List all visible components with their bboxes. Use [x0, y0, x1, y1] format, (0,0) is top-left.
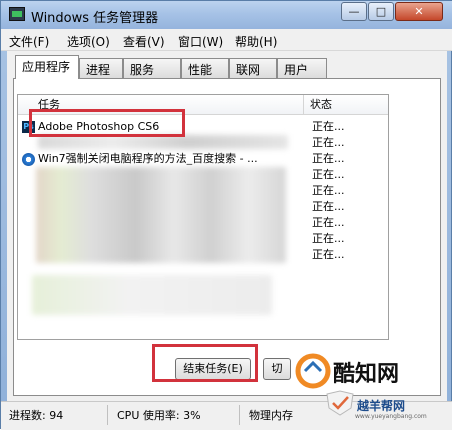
- watermark-site-url: www.yueyangbang.com: [355, 413, 427, 420]
- task-status: 正在...: [312, 200, 345, 213]
- obscured-entry: [36, 167, 286, 263]
- task-status: 正在...: [312, 184, 345, 197]
- task-status: 正在...: [312, 136, 345, 149]
- status-separator: [239, 405, 240, 425]
- highlight-box-task: [29, 109, 185, 137]
- watermark-brand: 酷知网: [333, 362, 400, 387]
- status-separator: [107, 405, 108, 425]
- task-status: 正在...: [312, 232, 345, 245]
- tab-performance[interactable]: 性能: [181, 58, 229, 78]
- watermark-logo-icon: [295, 353, 331, 389]
- menu-options[interactable]: 选项(O): [67, 33, 110, 50]
- task-status: 正在...: [312, 168, 345, 181]
- ie-icon: [22, 153, 35, 166]
- task-status: 正在...: [312, 120, 345, 133]
- task-manager-app-icon: [9, 7, 25, 21]
- menu-view[interactable]: 查看(V): [123, 33, 165, 50]
- tab-processes[interactable]: 进程: [79, 58, 123, 78]
- watermark-site-name: 越羊帮网: [357, 399, 406, 413]
- menu-help[interactable]: 帮助(H): [235, 33, 277, 50]
- task-name: Win7强制关闭电脑程序的方法_百度搜索 - ...: [38, 152, 258, 165]
- menu-window[interactable]: 窗口(W): [178, 33, 223, 50]
- task-status: 正在...: [312, 152, 345, 165]
- obscured-entry: [38, 135, 288, 149]
- obscured-entry: [32, 275, 272, 315]
- tab-users[interactable]: 用户: [277, 58, 327, 78]
- window-title: Windows 任务管理器: [31, 11, 159, 26]
- switch-to-button[interactable]: 切: [263, 358, 291, 380]
- cpu-usage: CPU 使用率: 3%: [117, 409, 201, 422]
- task-status: 正在...: [312, 248, 345, 261]
- tab-services[interactable]: 服务: [123, 58, 181, 78]
- minimize-button[interactable]: —: [341, 2, 367, 21]
- title-bar[interactable]: Windows 任务管理器 — □ ✕: [1, 1, 452, 29]
- close-button[interactable]: ✕: [395, 2, 443, 21]
- tab-networking[interactable]: 联网: [229, 58, 277, 78]
- tab-applications[interactable]: 应用程序: [15, 55, 79, 79]
- column-header-status[interactable]: 状态: [304, 95, 388, 115]
- menu-file[interactable]: 文件(F): [9, 33, 49, 50]
- menu-bar: 文件(F) 选项(O) 查看(V) 窗口(W) 帮助(H): [1, 29, 452, 51]
- watermark-shield-icon: [326, 390, 354, 416]
- task-row[interactable]: Win7强制关闭电脑程序的方法_百度搜索 - ... 正在...: [18, 151, 388, 167]
- maximize-button[interactable]: □: [368, 2, 394, 21]
- process-count: 进程数: 94: [9, 409, 64, 422]
- highlight-box-button: [152, 344, 258, 382]
- task-status: 正在...: [312, 216, 345, 229]
- task-manager-window: Windows 任务管理器 — □ ✕ 文件(F) 选项(O) 查看(V) 窗口…: [0, 0, 452, 430]
- physical-memory: 物理内存: [249, 409, 293, 422]
